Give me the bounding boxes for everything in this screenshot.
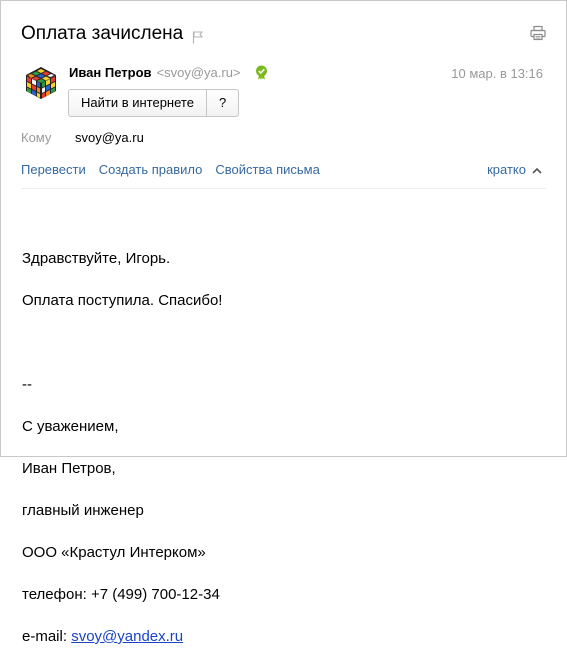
signature-company: ООО «Крастул Интерком»	[22, 544, 206, 561]
greeting-line: Здравствуйте, Игорь.	[22, 250, 171, 267]
sender-row: Иван Петров <svoy@ya.ru>	[69, 65, 268, 80]
verified-badge-icon	[255, 65, 268, 80]
header-divider	[21, 188, 546, 189]
signature-email-line: e-mail: svoy@yandex.ru	[22, 626, 222, 647]
sender-button-group: Найти в интернете ?	[68, 89, 240, 117]
signature-regards: С уважением,	[22, 418, 119, 435]
brief-label: кратко	[487, 162, 526, 177]
message-actions: Перевести Создать правило Свойства письм…	[21, 162, 320, 177]
help-button[interactable]: ?	[205, 90, 238, 116]
print-icon[interactable]	[530, 25, 546, 41]
signature-separator: --	[22, 376, 32, 393]
chevron-up-icon	[532, 162, 542, 177]
flag-icon[interactable]	[192, 28, 204, 43]
brief-toggle[interactable]: кратко	[487, 162, 542, 177]
sender-email[interactable]: <svoy@ya.ru>	[157, 65, 241, 80]
message-subject: Оплата зачислена	[21, 23, 204, 45]
message-body: Здравствуйте, Игорь. Оплата поступила. С…	[22, 227, 222, 668]
signature-email-link[interactable]: svoy@yandex.ru	[71, 628, 183, 645]
signature-phone: телефон: +7 (499) 700-12-34	[22, 586, 220, 603]
to-label: Кому	[21, 130, 52, 145]
rubiks-cube-avatar-icon	[26, 67, 56, 99]
body-line: Оплата поступила. Спасибо!	[22, 292, 223, 309]
sender-avatar[interactable]	[23, 65, 59, 101]
message-date: 10 мар. в 13:16	[451, 66, 543, 81]
signature-title: главный инженер	[22, 502, 144, 519]
message-view: Оплата зачислена Иван Петров <svoy@ya.ru…	[0, 0, 567, 645]
create-rule-link[interactable]: Создать правило	[99, 162, 203, 177]
sender-name[interactable]: Иван Петров	[69, 65, 152, 80]
search-web-button[interactable]: Найти в интернете	[69, 90, 206, 116]
message-properties-link[interactable]: Свойства письма	[215, 162, 319, 177]
translate-link[interactable]: Перевести	[21, 162, 86, 177]
signature-email-prefix: e-mail:	[22, 628, 72, 645]
subject-text: Оплата зачислена	[21, 23, 184, 44]
signature-name: Иван Петров,	[22, 460, 116, 477]
to-recipient[interactable]: svoy@ya.ru	[75, 130, 144, 145]
